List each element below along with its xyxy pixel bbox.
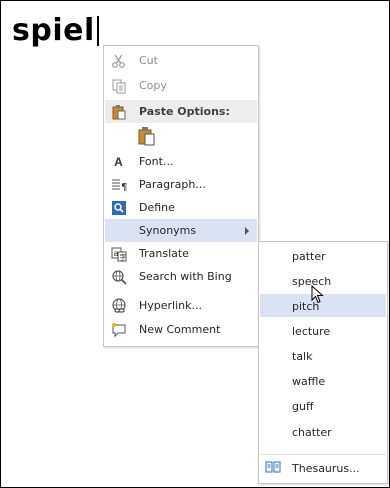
synonym-label: talk bbox=[292, 350, 313, 363]
hyperlink-globe-icon bbox=[110, 297, 127, 314]
menu-item-label: Search with Bing bbox=[139, 270, 232, 283]
menu-item-paragraph[interactable]: ¶ Paragraph... bbox=[105, 173, 257, 196]
new-comment-icon bbox=[110, 321, 127, 338]
submenu-separator bbox=[260, 454, 386, 455]
thesaurus-item[interactable]: Thesaurus... bbox=[260, 456, 386, 479]
menu-item-synonyms[interactable]: Synonyms bbox=[105, 219, 257, 242]
thesaurus-book-icon bbox=[265, 459, 281, 475]
synonym-item[interactable]: lecture bbox=[260, 319, 386, 342]
font-a-icon: A bbox=[114, 154, 123, 169]
clipboard-icon bbox=[110, 103, 127, 120]
menu-item-label: Copy bbox=[139, 79, 167, 92]
mouse-pointer-icon bbox=[311, 284, 325, 309]
menu-item-label: Translate bbox=[139, 247, 189, 260]
document-word[interactable]: spiel bbox=[12, 14, 95, 48]
menu-item-label: Paragraph... bbox=[139, 178, 206, 191]
paste-options-row bbox=[105, 124, 257, 148]
synonym-item[interactable]: waffle bbox=[260, 369, 386, 392]
paste-options-label: Paste Options: bbox=[139, 105, 230, 118]
synonym-label: patter bbox=[292, 250, 326, 263]
menu-item-label: Font... bbox=[139, 155, 174, 168]
menu-item-translate[interactable]: a字 Translate bbox=[105, 242, 257, 265]
synonym-item[interactable]: chatter bbox=[260, 420, 386, 443]
menu-item-define[interactable]: Define bbox=[105, 196, 257, 219]
menu-item-label: Hyperlink... bbox=[139, 299, 202, 312]
menu-item-hyperlink[interactable]: Hyperlink... bbox=[105, 294, 257, 317]
paste-keep-text-icon[interactable] bbox=[137, 126, 157, 149]
synonym-item[interactable]: talk bbox=[260, 344, 386, 367]
menu-item-font[interactable]: A Font... bbox=[105, 150, 257, 173]
svg-text:¶: ¶ bbox=[121, 182, 127, 193]
chevron-right-icon bbox=[245, 227, 249, 235]
scissors-icon bbox=[110, 52, 127, 69]
menu-item-new-comment[interactable]: New Comment bbox=[105, 318, 257, 341]
thesaurus-label: Thesaurus... bbox=[292, 462, 360, 475]
define-icon bbox=[110, 199, 127, 216]
menu-item-cut[interactable]: Cut bbox=[105, 49, 257, 72]
synonym-label: chatter bbox=[292, 426, 332, 439]
synonym-label: waffle bbox=[292, 375, 326, 388]
menu-item-label: Synonyms bbox=[139, 224, 197, 237]
synonym-label: lecture bbox=[292, 325, 331, 338]
svg-text:字: 字 bbox=[119, 252, 126, 261]
synonym-label: guff bbox=[292, 400, 314, 413]
synonym-item[interactable]: patter bbox=[260, 244, 386, 267]
paste-options-header: Paste Options: bbox=[105, 100, 257, 123]
copy-icon bbox=[110, 77, 127, 94]
text-cursor bbox=[97, 16, 99, 46]
synonym-item[interactable]: guff bbox=[260, 394, 386, 417]
synonyms-submenu: patter speech pitch lecture talk waffle … bbox=[258, 241, 388, 484]
menu-item-copy[interactable]: Copy bbox=[105, 74, 257, 97]
menu-item-label: Define bbox=[139, 201, 175, 214]
translate-icon: a字 bbox=[110, 245, 127, 262]
menu-item-label: New Comment bbox=[139, 323, 221, 336]
search-globe-icon bbox=[110, 268, 127, 285]
menu-item-label: Cut bbox=[139, 54, 158, 67]
paragraph-icon: ¶ bbox=[110, 176, 127, 193]
menu-item-search-bing[interactable]: Search with Bing bbox=[105, 265, 257, 288]
context-menu: Cut Copy Paste Options: A Font... ¶ Para… bbox=[103, 45, 259, 347]
